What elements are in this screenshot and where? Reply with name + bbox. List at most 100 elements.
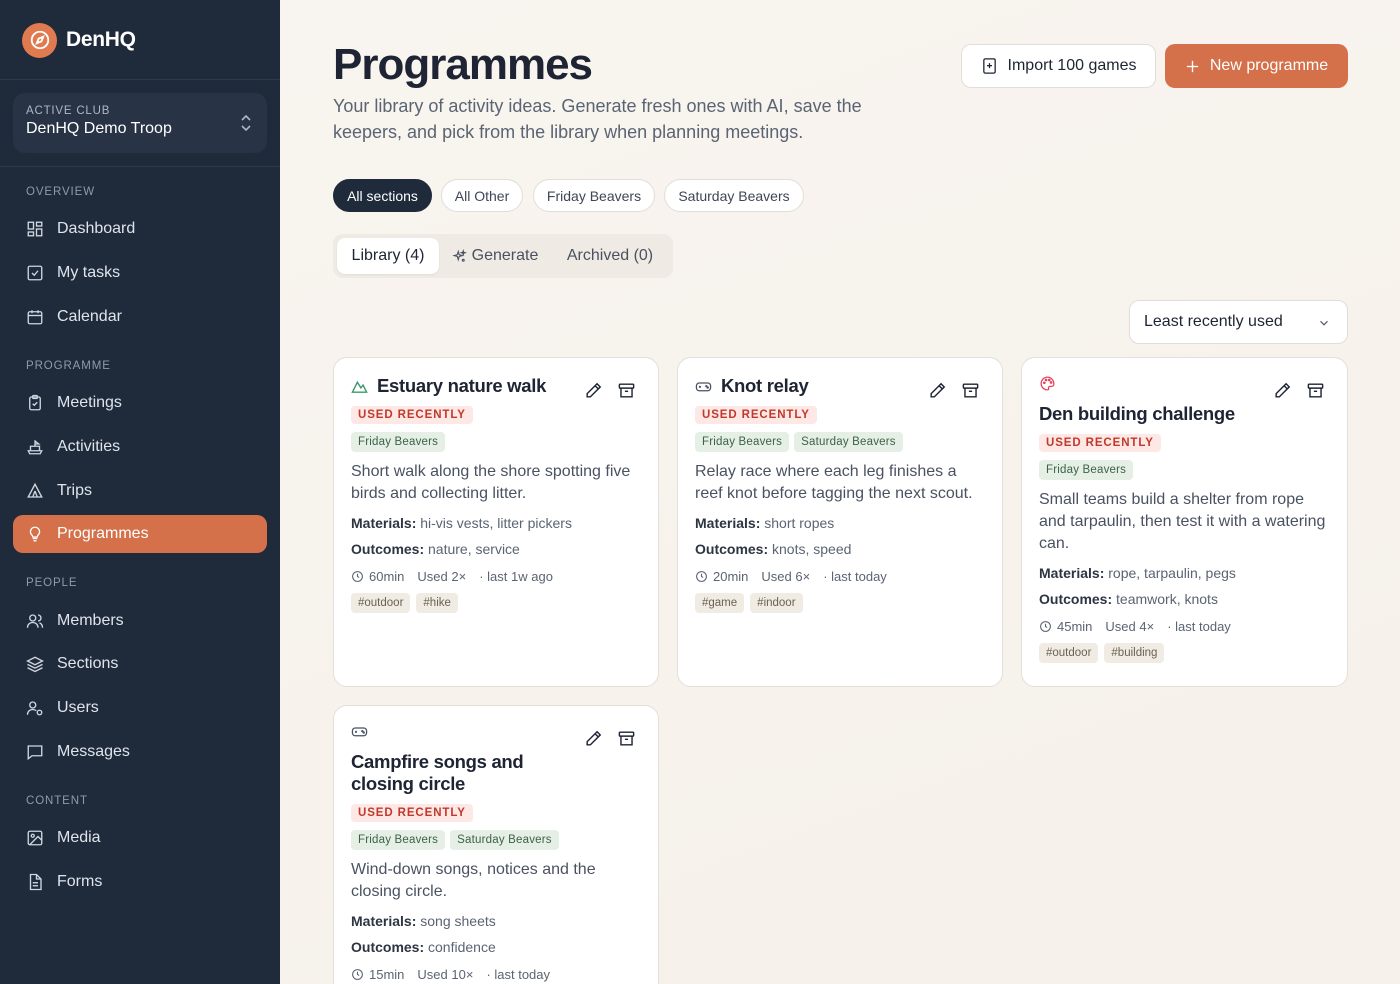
section-tag: Saturday Beavers [450, 830, 559, 850]
sidebar-item-trips[interactable]: Trips [13, 472, 267, 510]
used-recently-badge: USED RECENTLY [1039, 434, 1161, 452]
new-programme-label: New programme [1209, 57, 1329, 74]
card-materials: Materials: hi-vis vests, litter pickers [351, 515, 641, 531]
card-used-count: Used 4× [1105, 619, 1155, 634]
hashtag: #indoor [750, 593, 803, 613]
outcomes-label: Outcomes: [351, 541, 425, 557]
chevron-down-icon [1320, 320, 1328, 326]
hashtag: #outdoor [351, 593, 411, 613]
programme-card[interactable]: Den building challenge USED RECENTLY Fri… [1021, 357, 1348, 687]
card-outcomes: Outcomes: nature, service [351, 541, 641, 557]
new-programme-button[interactable]: New programme [1165, 44, 1348, 88]
sidebar-item-label: Dashboard [57, 220, 136, 237]
programme-card[interactable]: Knot relay USED RECENTLY Friday Beavers … [677, 357, 1003, 687]
outcomes-value: teamwork, knots [1116, 591, 1218, 607]
sidebar-item-label: Meetings [57, 394, 122, 411]
programme-card[interactable]: Estuary nature walk USED RECENTLY Friday… [333, 357, 659, 687]
import-games-label: Import 100 games [1007, 57, 1137, 74]
sidebar-item-messages[interactable]: Messages [13, 733, 267, 771]
card-duration: 45min [1057, 619, 1093, 634]
card-duration: 20min [713, 569, 749, 584]
gamepad-icon [695, 381, 712, 391]
sidebar-section-people: PEOPLE [26, 577, 78, 589]
section-tag: Saturday Beavers [794, 432, 903, 452]
card-title: Campfire songs and closing circle [351, 751, 524, 794]
chevron-up-down-icon [241, 114, 251, 132]
tent-icon [27, 482, 43, 498]
palette-icon [1040, 376, 1055, 391]
club-label: ACTIVE CLUB [26, 105, 111, 117]
used-recently-badge: USED RECENTLY [351, 804, 473, 822]
card-description: Short walk along the shore spotting five… [351, 463, 631, 502]
sort-select[interactable]: Least recently used [1129, 300, 1348, 344]
materials-value: hi-vis vests, litter pickers [420, 515, 572, 531]
materials-value: song sheets [420, 913, 496, 929]
tab-generate-label: Generate [471, 247, 539, 264]
sidebar-item-meetings[interactable]: Meetings [13, 384, 267, 422]
dashboard-icon [27, 221, 43, 237]
clipboard-icon [29, 394, 41, 411]
sidebar-item-label: Forms [57, 873, 103, 890]
filter-chip-all-other[interactable]: All Other [441, 179, 523, 212]
sidebar-item-media[interactable]: Media [13, 819, 267, 857]
clock-icon [352, 571, 363, 582]
sidebar-item-label: Messages [57, 743, 130, 760]
sidebar-item-calendar[interactable]: Calendar [13, 298, 267, 336]
tab-generate[interactable]: Generate [443, 238, 547, 274]
card-description: Small teams build a shelter from rope an… [1039, 491, 1326, 552]
sidebar-item-users[interactable]: Users [13, 689, 267, 727]
card-outcomes: Outcomes: knots, speed [695, 541, 985, 557]
card-description: Wind-down songs, notices and the closing… [351, 861, 596, 900]
card-meta: 60min Used 2× · last 1w ago [351, 569, 641, 584]
sidebar-item-label: Sections [57, 655, 119, 672]
card-last-used: · last 1w ago [479, 569, 553, 584]
import-book-icon [982, 58, 996, 74]
import-games-button[interactable]: Import 100 games [961, 44, 1156, 88]
filter-chip-all-sections[interactable]: All sections [333, 179, 432, 212]
clock-icon [352, 969, 363, 980]
club-switcher[interactable]: ACTIVE CLUB DenHQ Demo Troop [13, 93, 267, 153]
card-meta: 15min Used 10× · last today [351, 967, 641, 982]
task-check-icon [27, 265, 43, 281]
materials-label: Materials: [1039, 565, 1105, 581]
card-outcomes: Outcomes: teamwork, knots [1039, 591, 1330, 607]
sidebar-section-overview: OVERVIEW [26, 186, 95, 198]
plus-icon [1186, 60, 1198, 72]
materials-label: Materials: [351, 913, 417, 929]
sidebar-item-forms[interactable]: Forms [13, 863, 267, 901]
tab-library[interactable]: Library (4) [337, 238, 439, 274]
sidebar-item-sections[interactable]: Sections [13, 645, 267, 683]
message-icon [27, 745, 43, 761]
tab-archived[interactable]: Archived (0) [551, 238, 669, 274]
outcomes-label: Outcomes: [695, 541, 769, 557]
section-tag: Friday Beavers [1039, 460, 1134, 480]
sort-select-value: Least recently used [1144, 313, 1283, 330]
sidebar-divider [0, 166, 280, 167]
filter-chip-saturday-beavers[interactable]: Saturday Beavers [664, 179, 804, 212]
sidebar-item-programmes[interactable]: Programmes [13, 515, 267, 553]
brand[interactable]: DenHQ [22, 22, 136, 58]
sidebar-item-dashboard[interactable]: Dashboard [13, 210, 267, 248]
lightbulb-icon [29, 526, 41, 542]
card-title: Knot relay [721, 375, 809, 396]
sidebar-item-label: Trips [57, 482, 92, 499]
materials-value: short ropes [764, 515, 835, 531]
outcomes-label: Outcomes: [1039, 591, 1113, 607]
outcomes-value: nature, service [428, 541, 520, 557]
programme-card[interactable]: Campfire songs and closing circle USED R… [333, 705, 659, 984]
sidebar-item-my-tasks[interactable]: My tasks [13, 254, 267, 292]
sidebar-section-content: CONTENT [26, 795, 88, 807]
sidebar-section-programme: PROGRAMME [26, 360, 111, 372]
image-icon [27, 830, 43, 846]
sidebar-item-activities[interactable]: Activities [13, 428, 267, 466]
mountain-icon [351, 380, 368, 393]
filter-chip-friday-beavers[interactable]: Friday Beavers [533, 179, 655, 212]
page-title: Programmes [333, 40, 593, 89]
sidebar-item-members[interactable]: Members [13, 602, 267, 640]
sidebar-item-label: Activities [57, 438, 121, 455]
card-title: Estuary nature walk [377, 375, 547, 396]
ship-icon [27, 440, 43, 455]
used-recently-badge: USED RECENTLY [351, 406, 473, 424]
materials-label: Materials: [695, 515, 761, 531]
user-cog-icon [26, 701, 43, 716]
